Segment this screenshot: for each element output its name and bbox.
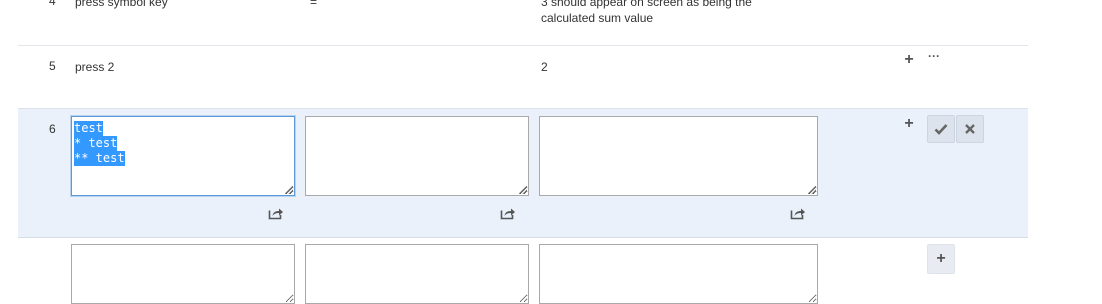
step-expected-result-textarea[interactable] [539, 116, 818, 196]
checkmark-icon [934, 124, 948, 135]
share-icon[interactable] [790, 206, 806, 220]
step-expected-result: 3 should appear on screen as being the c… [541, 0, 752, 25]
plus-icon: + [936, 250, 946, 267]
new-step-action-textarea[interactable] [71, 244, 295, 304]
step-data-textarea[interactable] [305, 116, 529, 196]
new-step-data-textarea[interactable] [305, 244, 529, 304]
share-icon[interactable] [268, 206, 284, 220]
new-step-row: + [18, 238, 1028, 304]
confirm-edit-button[interactable] [927, 115, 955, 143]
more-options-ellipsis-icon[interactable]: ··· [928, 50, 940, 62]
step-row-6-editing: 6 test * test ** test + [18, 109, 1028, 238]
step-number: 4 [49, 0, 56, 8]
add-step-plus-icon[interactable]: + [903, 116, 915, 132]
step-data: = [310, 0, 318, 9]
add-step-button[interactable]: + [927, 244, 955, 274]
selected-text-line: ** test [74, 151, 125, 166]
step-action-textarea[interactable]: test * test ** test [71, 116, 295, 196]
new-step-expected-result-textarea[interactable] [539, 244, 818, 304]
selected-text-line: test [74, 121, 103, 136]
step-action: press symbol key [75, 0, 168, 9]
share-icon[interactable] [500, 206, 516, 220]
step-number: 6 [49, 122, 56, 136]
selected-text-line: * test [74, 136, 118, 151]
resize-grip-icon[interactable] [519, 186, 527, 194]
resize-grip-icon[interactable] [808, 186, 816, 194]
resize-grip-icon[interactable] [285, 186, 293, 194]
step-number: 5 [49, 59, 56, 73]
step-row-4[interactable]: 4 press symbol key = 3 should appear on … [18, 0, 1028, 46]
x-icon [965, 124, 975, 134]
add-step-plus-icon[interactable]: + [903, 52, 915, 68]
step-expected-result: 2 [541, 60, 548, 74]
cancel-edit-button[interactable] [956, 115, 984, 143]
step-action: press 2 [75, 60, 115, 74]
step-row-5[interactable]: 5 press 2 2 + ··· [18, 46, 1028, 109]
